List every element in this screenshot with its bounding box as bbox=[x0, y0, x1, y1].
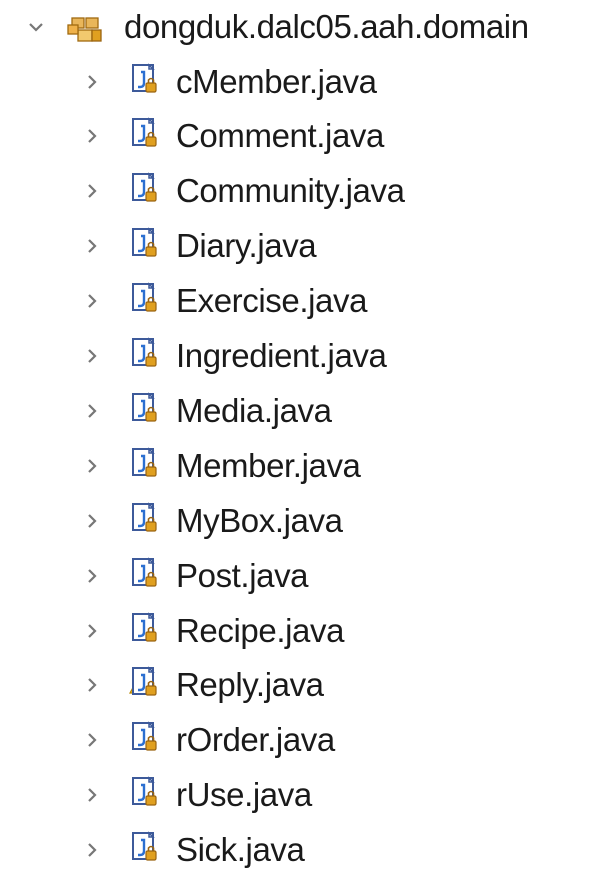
java-file-icon bbox=[124, 391, 164, 431]
file-node-8[interactable]: MyBox.java bbox=[0, 494, 592, 548]
file-name: rUse.java bbox=[176, 776, 312, 814]
java-file-icon bbox=[124, 501, 164, 541]
file-name: Diary.java bbox=[176, 227, 317, 265]
file-node-2[interactable]: Community.java bbox=[0, 164, 592, 218]
file-node-11[interactable]: Reply.java bbox=[0, 658, 592, 712]
chevron-right-icon[interactable] bbox=[82, 840, 102, 860]
file-node-14[interactable]: Sick.java bbox=[0, 823, 592, 877]
file-name: Exercise.java bbox=[176, 282, 368, 320]
chevron-right-icon[interactable] bbox=[82, 126, 102, 146]
file-name: cMember.java bbox=[176, 62, 377, 100]
chevron-down-icon[interactable] bbox=[26, 17, 46, 37]
chevron-right-icon[interactable] bbox=[82, 511, 102, 531]
chevron-right-icon[interactable] bbox=[82, 456, 102, 476]
java-file-icon bbox=[124, 720, 164, 760]
package-node[interactable]: dongduk.dalc05.aah.domain bbox=[0, 0, 592, 54]
package-name: dongduk.dalc05.aah.domain bbox=[124, 8, 529, 45]
file-name: Member.java bbox=[176, 446, 361, 484]
file-name: Community.java bbox=[176, 172, 405, 210]
java-file-icon bbox=[124, 830, 164, 870]
file-node-7[interactable]: Member.java bbox=[0, 439, 592, 493]
java-file-icon bbox=[124, 171, 164, 211]
file-name: Post.java bbox=[176, 556, 309, 594]
java-file-icon bbox=[124, 446, 164, 486]
file-node-10[interactable]: Recipe.java bbox=[0, 604, 592, 658]
chevron-right-icon[interactable] bbox=[82, 566, 102, 586]
chevron-right-icon[interactable] bbox=[82, 346, 102, 366]
file-node-9[interactable]: Post.java bbox=[0, 549, 592, 603]
java-file-icon bbox=[124, 611, 164, 651]
file-node-3[interactable]: Diary.java bbox=[0, 219, 592, 273]
chevron-right-icon[interactable] bbox=[82, 675, 102, 695]
java-file-icon bbox=[124, 336, 164, 376]
file-name: Recipe.java bbox=[176, 611, 345, 649]
chevron-right-icon[interactable] bbox=[82, 236, 102, 256]
chevron-right-icon[interactable] bbox=[82, 72, 102, 92]
java-file-icon bbox=[124, 775, 164, 815]
file-name: Media.java bbox=[176, 391, 332, 429]
file-name: rOrder.java bbox=[176, 721, 335, 759]
file-node-12[interactable]: rOrder.java bbox=[0, 713, 592, 767]
file-name: Comment.java bbox=[176, 117, 384, 155]
package-explorer-tree: dongduk.dalc05.aah.domain cMember.java C… bbox=[0, 0, 592, 868]
chevron-right-icon[interactable] bbox=[82, 621, 102, 641]
java-file-icon bbox=[124, 62, 164, 102]
java-file-warning-icon bbox=[124, 665, 164, 705]
file-node-1[interactable]: Comment.java bbox=[0, 109, 592, 163]
chevron-right-icon[interactable] bbox=[82, 291, 102, 311]
file-node-0[interactable]: cMember.java bbox=[0, 55, 592, 109]
java-file-icon bbox=[124, 281, 164, 321]
java-file-icon bbox=[124, 556, 164, 596]
file-node-6[interactable]: Media.java bbox=[0, 384, 592, 438]
java-file-icon bbox=[124, 116, 164, 156]
file-name: MyBox.java bbox=[176, 501, 343, 539]
file-node-13[interactable]: rUse.java bbox=[0, 768, 592, 822]
file-name: Ingredient.java bbox=[176, 337, 387, 374]
file-name: Reply.java bbox=[176, 666, 324, 704]
java-file-icon bbox=[124, 226, 164, 266]
chevron-right-icon[interactable] bbox=[82, 730, 102, 750]
chevron-right-icon[interactable] bbox=[82, 785, 102, 805]
file-node-4[interactable]: Exercise.java bbox=[0, 274, 592, 328]
file-node-5[interactable]: Ingredient.java bbox=[0, 329, 592, 383]
chevron-right-icon[interactable] bbox=[82, 401, 102, 421]
file-name: Sick.java bbox=[176, 831, 305, 869]
chevron-right-icon[interactable] bbox=[82, 181, 102, 201]
package-icon bbox=[66, 9, 110, 45]
